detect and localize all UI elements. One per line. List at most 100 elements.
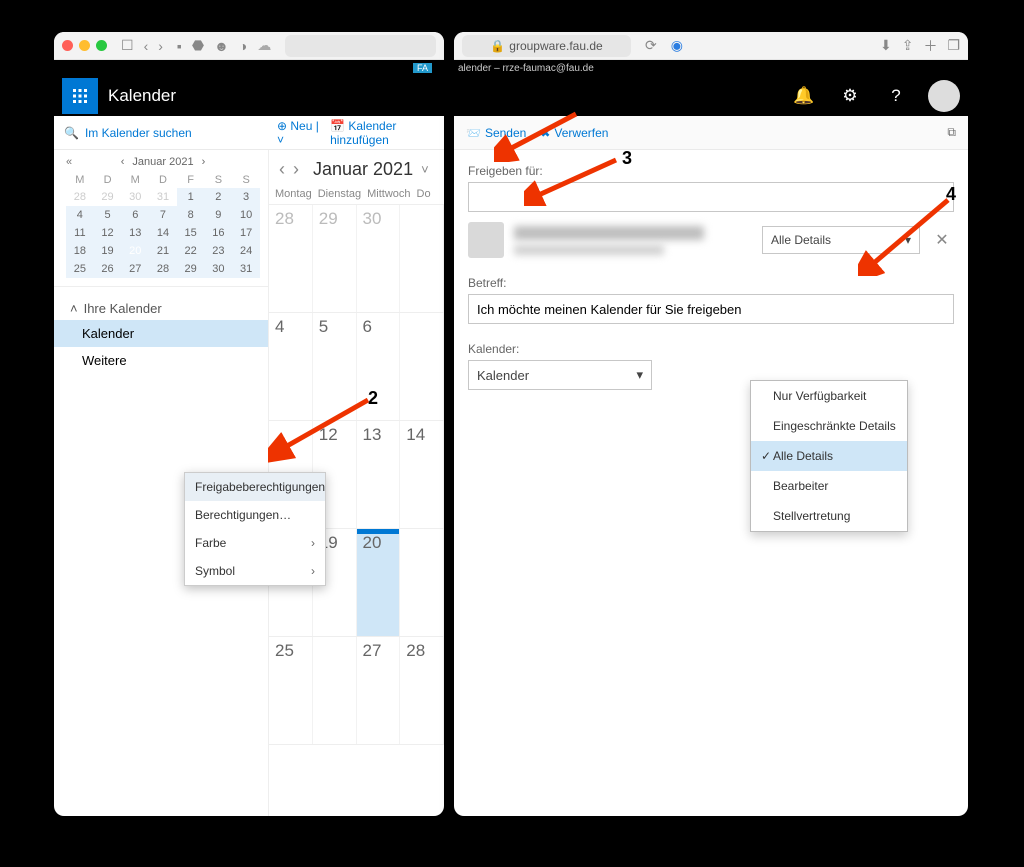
calendar-cell[interactable] xyxy=(400,529,444,636)
cal-next[interactable]: › xyxy=(293,159,299,180)
subject-input[interactable] xyxy=(468,294,954,324)
mini-day[interactable]: 3 xyxy=(232,188,260,206)
reload-icon[interactable]: ⟳ xyxy=(645,37,657,54)
mini-calendar[interactable]: « ‹ Januar 2021 › MDMDFSS 28293031123456… xyxy=(54,150,268,287)
perm-option-limited[interactable]: Eingeschränkte Details xyxy=(751,411,907,441)
app-launcher-button[interactable] xyxy=(62,78,98,114)
mini-next-month[interactable]: › xyxy=(202,156,206,168)
mini-day[interactable]: 15 xyxy=(177,224,205,242)
mini-day[interactable]: 9 xyxy=(205,206,233,224)
mini-day[interactable]: 25 xyxy=(66,260,94,278)
calendar-cell[interactable] xyxy=(400,313,444,420)
address-bar[interactable] xyxy=(285,35,436,57)
mini-day[interactable]: 29 xyxy=(177,260,205,278)
mini-day[interactable]: 28 xyxy=(66,188,94,206)
mini-prev-month[interactable]: ‹ xyxy=(121,156,125,168)
mini-day[interactable]: 27 xyxy=(121,260,149,278)
mini-day[interactable]: 26 xyxy=(94,260,122,278)
perm-option-full[interactable]: ✓Alle Details xyxy=(751,441,907,471)
calendar-cell[interactable]: 28 xyxy=(400,637,444,744)
new-button[interactable]: ⊕ Neu | ˅ xyxy=(277,119,320,147)
ext-icon-2[interactable]: ⬣ xyxy=(192,37,204,54)
cloud-icon[interactable]: ☁ xyxy=(257,37,271,54)
mini-day[interactable]: 17 xyxy=(232,224,260,242)
mini-day[interactable]: 6 xyxy=(121,206,149,224)
mini-day[interactable]: 7 xyxy=(149,206,177,224)
ctx-color[interactable]: Farbe› xyxy=(185,529,325,557)
download-icon[interactable]: ⬇ xyxy=(880,37,892,54)
mini-day[interactable]: 31 xyxy=(232,260,260,278)
mini-day[interactable]: 13 xyxy=(121,224,149,242)
perm-option-availability[interactable]: Nur Verfügbarkeit xyxy=(751,381,907,411)
perm-option-delegate[interactable]: Stellvertretung xyxy=(751,501,907,531)
help-icon[interactable]: ? xyxy=(878,78,914,114)
onepassword-icon[interactable]: ◉ xyxy=(671,37,683,54)
tree-section-toggle[interactable]: ˄ Ihre Kalender xyxy=(54,297,268,320)
close-window[interactable] xyxy=(62,40,73,51)
calendar-cell[interactable]: 14 xyxy=(400,421,444,528)
share-icon[interactable]: ⇪ xyxy=(902,37,914,54)
mini-day[interactable]: 16 xyxy=(205,224,233,242)
mini-day[interactable]: 4 xyxy=(66,206,94,224)
calendar-cell[interactable] xyxy=(313,637,357,744)
ext-icon-1[interactable]: ▪ xyxy=(177,38,182,54)
mini-day[interactable]: 30 xyxy=(205,260,233,278)
tab-strip-right[interactable]: alender – rrze-faumac@fau.de xyxy=(454,60,968,76)
ctx-share-permissions[interactable]: Freigabeberechtigungen xyxy=(185,473,325,501)
mini-day[interactable]: 1 xyxy=(177,188,205,206)
mini-day[interactable]: 22 xyxy=(177,242,205,260)
avatar[interactable] xyxy=(928,80,960,112)
calendar-cell[interactable]: 25 xyxy=(269,637,313,744)
mini-day[interactable]: 31 xyxy=(149,188,177,206)
calendar-cell[interactable]: 29 xyxy=(313,205,357,312)
mini-day[interactable]: 18 xyxy=(66,242,94,260)
shield-icon[interactable]: ◑ xyxy=(239,38,247,54)
ctx-permissions[interactable]: Berechtigungen… xyxy=(185,501,325,529)
mini-day[interactable]: 12 xyxy=(94,224,122,242)
mini-day[interactable]: 20 xyxy=(121,242,149,260)
mini-day[interactable]: 8 xyxy=(177,206,205,224)
chevron-down-icon[interactable]: ˅ xyxy=(421,162,429,177)
mini-day[interactable]: 2 xyxy=(205,188,233,206)
minimize-window[interactable] xyxy=(79,40,90,51)
ctx-symbol[interactable]: Symbol› xyxy=(185,557,325,585)
mini-prev-year[interactable]: « xyxy=(66,156,72,168)
mini-day[interactable]: 14 xyxy=(149,224,177,242)
perm-option-editor[interactable]: Bearbeiter xyxy=(751,471,907,501)
add-calendar-button[interactable]: 📅 Kalender hinzufügen xyxy=(330,119,436,147)
maximize-window[interactable] xyxy=(96,40,107,51)
calendar-cell[interactable]: 28 xyxy=(269,205,313,312)
sidebar-icon[interactable]: ☐ xyxy=(121,37,134,54)
address-bar[interactable]: 🔒 groupware.fau.de xyxy=(462,35,631,57)
calendar-cell[interactable] xyxy=(400,205,444,312)
mini-day[interactable]: 28 xyxy=(149,260,177,278)
new-tab-icon[interactable]: ＋ xyxy=(923,36,937,56)
tabs-icon[interactable]: ❐ xyxy=(947,37,960,54)
window-controls[interactable] xyxy=(62,40,107,51)
mini-day[interactable]: 24 xyxy=(232,242,260,260)
calendar-cell[interactable]: 30 xyxy=(357,205,401,312)
nav-back-icon[interactable]: ‹ xyxy=(144,38,149,54)
cal-prev[interactable]: ‹ xyxy=(279,159,285,180)
mini-day[interactable]: 29 xyxy=(94,188,122,206)
mini-day[interactable]: 5 xyxy=(94,206,122,224)
mini-day[interactable]: 19 xyxy=(94,242,122,260)
calendar-cell[interactable]: 20 xyxy=(357,529,401,636)
calendar-select[interactable]: Kalender ▾ xyxy=(468,360,652,390)
notifications-icon[interactable]: 🔔 xyxy=(786,78,822,114)
tree-item-weitere[interactable]: Weitere xyxy=(54,347,268,374)
mini-day[interactable]: 21 xyxy=(149,242,177,260)
settings-icon[interactable]: ⚙ xyxy=(832,78,868,114)
cal-month-label[interactable]: Januar 2021 xyxy=(313,159,413,180)
nav-fwd-icon[interactable]: › xyxy=(158,38,163,54)
mini-calendar-table[interactable]: MDMDFSS 28293031123456789101112131415161… xyxy=(66,172,260,278)
ext-icon-3[interactable]: ☻ xyxy=(214,38,229,54)
mini-day[interactable]: 23 xyxy=(205,242,233,260)
mini-day[interactable]: 30 xyxy=(121,188,149,206)
mini-day[interactable]: 10 xyxy=(232,206,260,224)
mini-day[interactable]: 11 xyxy=(66,224,94,242)
popout-icon[interactable]: ⧉ xyxy=(943,125,960,140)
calendar-cell[interactable]: 27 xyxy=(357,637,401,744)
tab-title: alender – rrze-faumac@fau.de xyxy=(458,63,594,74)
tree-item-kalender[interactable]: Kalender xyxy=(54,320,268,347)
